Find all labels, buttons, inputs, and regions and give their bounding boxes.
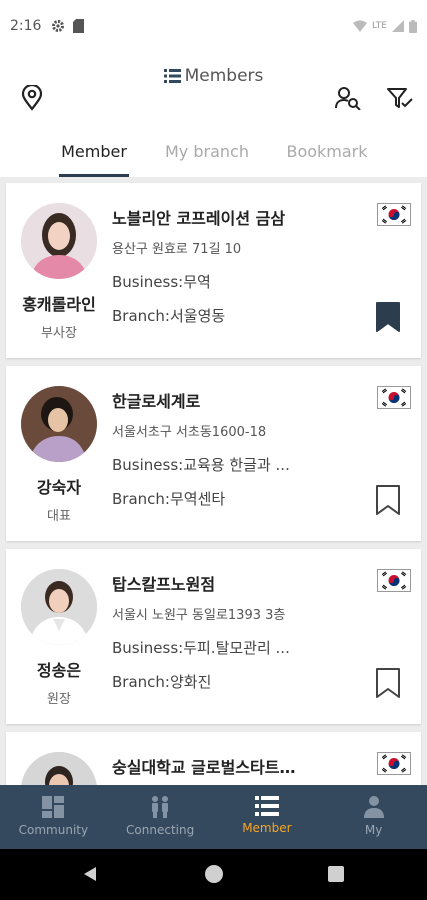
avatar bbox=[21, 752, 97, 785]
recent-apps-icon[interactable] bbox=[328, 866, 344, 882]
home-icon[interactable] bbox=[205, 865, 223, 883]
tab-bookmark[interactable]: Bookmark bbox=[284, 130, 370, 177]
bottom-nav: Community Connecting Member My bbox=[0, 785, 427, 849]
member-name: 정송은 bbox=[36, 661, 82, 680]
location-pin-icon bbox=[21, 85, 43, 111]
korea-flag-icon bbox=[377, 752, 411, 775]
branch-field: Branch:양화진 bbox=[112, 673, 212, 691]
business-field: Business:교육용 한글과 ... bbox=[112, 456, 290, 474]
nav-member[interactable]: Member bbox=[214, 785, 321, 849]
header: Members Member My branch Bookmark bbox=[0, 52, 427, 177]
back-icon[interactable] bbox=[82, 866, 98, 882]
nav-connecting[interactable]: Connecting bbox=[107, 785, 214, 849]
signal-icon bbox=[392, 20, 404, 32]
company-address: 서울시 노원구 동일로1393 3층 bbox=[112, 608, 286, 623]
nav-label: Community bbox=[18, 823, 89, 837]
company-name: 탑스칼프노원점 bbox=[112, 575, 216, 594]
bookmark-outline-icon[interactable] bbox=[375, 668, 401, 698]
battery-icon bbox=[409, 19, 417, 33]
member-role: 부사장 bbox=[41, 326, 77, 341]
company-address: 용산구 원효로 71길 10 bbox=[112, 242, 242, 257]
korea-flag-icon bbox=[377, 569, 411, 592]
nav-label: Connecting bbox=[126, 823, 195, 837]
page-title-text: Members bbox=[184, 66, 264, 86]
company-address: 서울서초구 서초동1600-18 bbox=[112, 425, 267, 440]
people-icon bbox=[152, 796, 169, 818]
avatar bbox=[21, 386, 97, 462]
branch-field: Branch:무역센타 bbox=[112, 490, 226, 508]
nav-label: My bbox=[364, 823, 383, 837]
avatar bbox=[21, 203, 97, 279]
status-time: 2:16 bbox=[10, 18, 42, 34]
dashboard-icon bbox=[42, 796, 65, 818]
branch-field: Branch:서울영동 bbox=[112, 307, 226, 325]
member-card[interactable]: 숭실대학교 글로벌스타트… bbox=[6, 732, 421, 785]
status-bar: 2:16 LTE bbox=[0, 0, 427, 52]
member-name: 강숙자 bbox=[36, 478, 82, 497]
member-card[interactable]: 홍캐롤라인 부사장 노블리안 코프레이션 금삼 용산구 원효로 71길 10 B… bbox=[6, 183, 421, 358]
company-name: 숭실대학교 글로벌스타트… bbox=[112, 758, 296, 777]
member-role: 대표 bbox=[47, 509, 71, 524]
nav-my[interactable]: My bbox=[320, 785, 427, 849]
filter-check-icon bbox=[387, 88, 413, 108]
tab-bar: Member My branch Bookmark bbox=[0, 130, 427, 177]
tab-member[interactable]: Member bbox=[59, 130, 129, 177]
member-name: 홍캐롤라인 bbox=[22, 295, 96, 314]
bookmark-filled-icon[interactable] bbox=[375, 302, 401, 332]
company-name: 노블리안 코프레이션 금삼 bbox=[112, 209, 286, 228]
business-field: Business:두피.탈모관리 ... bbox=[112, 639, 290, 657]
status-right: LTE bbox=[353, 19, 417, 33]
bookmark-outline-icon[interactable] bbox=[375, 485, 401, 515]
list-icon bbox=[163, 69, 181, 83]
korea-flag-icon bbox=[377, 386, 411, 409]
filter-button[interactable] bbox=[386, 84, 414, 112]
tab-my-branch[interactable]: My branch bbox=[163, 130, 251, 177]
wifi-icon bbox=[353, 20, 368, 32]
sim-card-icon bbox=[73, 19, 85, 33]
avatar bbox=[21, 569, 97, 645]
list-icon bbox=[254, 796, 279, 816]
korea-flag-icon bbox=[377, 203, 411, 226]
member-card[interactable]: 정송은 원장 탑스칼프노원점 서울시 노원구 동일로1393 3층 Busine… bbox=[6, 549, 421, 724]
search-user-button[interactable] bbox=[334, 84, 362, 112]
nav-community[interactable]: Community bbox=[0, 785, 107, 849]
member-role: 원장 bbox=[47, 692, 71, 707]
nav-label: Member bbox=[242, 821, 292, 835]
member-list: 홍캐롤라인 부사장 노블리안 코프레이션 금삼 용산구 원효로 71길 10 B… bbox=[0, 177, 427, 785]
gear-icon bbox=[52, 20, 65, 32]
status-icons bbox=[51, 19, 85, 33]
network-type: LTE bbox=[372, 21, 387, 31]
member-card[interactable]: 강숙자 대표 한글로세계로 서울서초구 서초동1600-18 Business:… bbox=[6, 366, 421, 541]
person-icon bbox=[363, 796, 384, 818]
user-search-icon bbox=[335, 87, 361, 110]
system-nav-bar bbox=[0, 849, 427, 900]
company-name: 한글로세계로 bbox=[112, 392, 201, 411]
location-button[interactable] bbox=[18, 84, 46, 112]
page-title: Members bbox=[0, 66, 427, 86]
business-field: Business:무역 bbox=[112, 273, 211, 291]
